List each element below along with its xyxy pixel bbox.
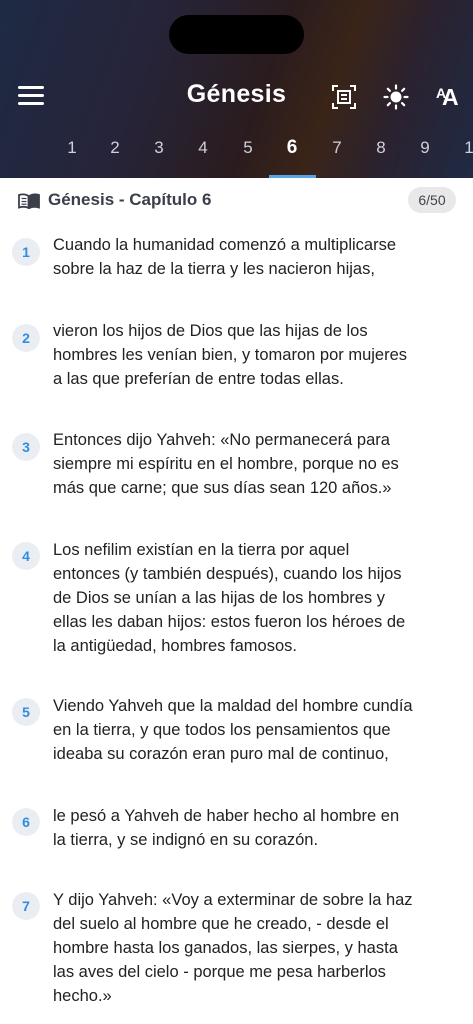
verse-text: Entonces dijo Yahveh: «No permanecerá pa… <box>53 431 399 497</box>
verse-number: 5 <box>12 698 40 726</box>
chapter-bar: Génesis - Capítulo 6 6/50 <box>0 178 473 224</box>
chapter-title: Génesis - Capítulo 6 <box>48 190 212 209</box>
tab-chapter-4[interactable]: 4 <box>188 138 218 158</box>
verse-text: Viendo Yahveh que la maldad del hombre c… <box>53 697 413 763</box>
tab-chapter-2[interactable]: 2 <box>100 138 130 158</box>
verse-number: 7 <box>12 892 40 920</box>
tab-chapter-8[interactable]: 8 <box>366 138 396 158</box>
chapter-count-badge: 6/50 <box>408 187 456 213</box>
verse-text: Los nefilim existían en la tierra por aq… <box>53 541 406 655</box>
verse-text: Y dijo Yahveh: «Voy a exterminar de sobr… <box>53 891 413 1005</box>
app-header: Génesis AA 1 2 3 4 5 6 7 8 9 1 <box>0 0 473 178</box>
verse-text: le pesó a Yahveh de haber hecho al hombr… <box>53 807 400 849</box>
verse-text: Cuando la humanidad comenzó a multiplica… <box>53 236 397 278</box>
brightness-icon[interactable] <box>383 84 409 110</box>
verse-number: 1 <box>12 238 40 266</box>
tab-chapter-10[interactable]: 1 <box>454 138 473 158</box>
verse-number: 6 <box>12 808 40 836</box>
book-open-icon <box>18 193 40 209</box>
verse-number: 4 <box>12 542 40 570</box>
verse-text: vieron los hijos de Dios que las hijas d… <box>53 322 408 388</box>
verse-number: 3 <box>12 433 40 461</box>
font-size-icon[interactable]: AA <box>436 84 462 110</box>
focus-frame-icon[interactable] <box>331 84 357 110</box>
chapter-tabs: 1 2 3 4 5 6 7 8 9 1 <box>0 138 473 178</box>
tab-chapter-5[interactable]: 5 <box>233 138 263 158</box>
tab-chapter-1[interactable]: 1 <box>57 138 87 158</box>
tab-chapter-7[interactable]: 7 <box>322 138 352 158</box>
tab-chapter-3[interactable]: 3 <box>144 138 174 158</box>
dynamic-island <box>169 15 304 54</box>
tab-chapter-9[interactable]: 9 <box>410 138 440 158</box>
tab-chapter-6[interactable]: 6 <box>277 138 307 159</box>
verse-number: 2 <box>12 324 40 352</box>
